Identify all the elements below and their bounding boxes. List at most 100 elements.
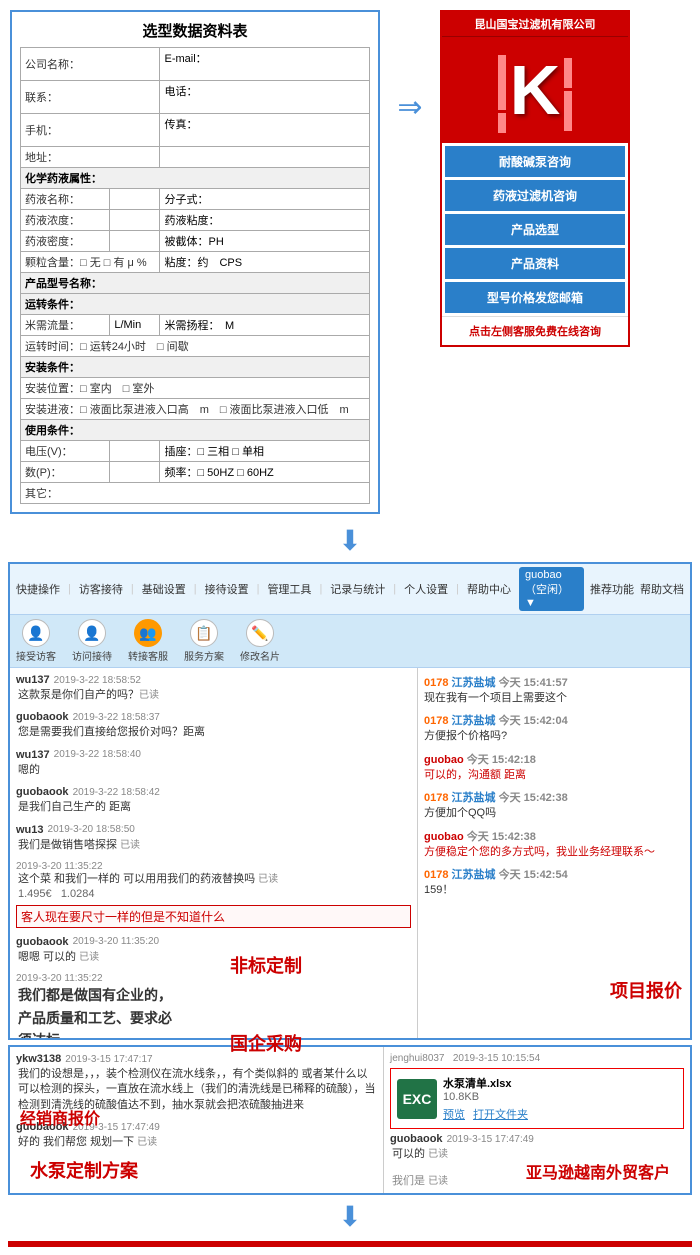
viscosity2-label: 粘度：约 CPS xyxy=(160,252,370,273)
nav-item-transfer[interactable]: 👥 转接客服 xyxy=(128,619,168,663)
excel-icon: EXC xyxy=(397,1079,437,1119)
menu-item-0[interactable]: 耐酸碱泵咨询 xyxy=(445,146,625,177)
toolbar-recommend[interactable]: 推荐功能 xyxy=(590,581,634,597)
right-msg-5: 0178 江苏盐城 今天 15:42:54 159！ xyxy=(424,866,684,898)
final-down-arrow-icon: ⬇ xyxy=(338,1201,361,1232)
bottom-right-time: jenghui8037 2019-3-15 10:15:54 xyxy=(390,1053,684,1064)
chem-molecule: 分子式： xyxy=(160,189,370,210)
bottom-right-msg-1: 我们是 已读 xyxy=(390,1174,684,1189)
guobaook-body: 嗯嗯 可以的 已读 xyxy=(16,950,411,965)
msg-user-3: guobaook xyxy=(16,786,69,798)
voltage-val xyxy=(110,441,160,462)
right-msg-3: 0178 江苏盐城 今天 15:42:38 方便加个QQ吗 xyxy=(424,789,684,821)
right-msg-2: guobao 今天 15:42:18 可以的，沟通额 距离 xyxy=(424,751,684,783)
fax-input[interactable] xyxy=(164,132,365,144)
company-logo-letter: K xyxy=(510,55,561,125)
chat-left-panel: wu137 2019-3-22 18:58:52 这款泵是你们自产的吗？已读 g… xyxy=(10,668,418,1038)
final-arrow-container: ⬇ xyxy=(0,1195,700,1241)
msg-body-4: 我们是做销售嗒探探 已读 xyxy=(16,838,411,853)
particle-label: 颗粒含量：□ 无 □ 有 μ % xyxy=(21,252,160,273)
chat-messages: wu137 2019-3-22 18:58:52 这款泵是你们自产的吗？已读 g… xyxy=(10,668,417,1038)
hz-label: 频率：□ 50HZ □ 60HZ xyxy=(160,462,370,483)
nav-item-accept[interactable]: 👤 接受访客 xyxy=(16,619,56,663)
bottom-red-bar xyxy=(8,1241,692,1247)
chat-msg-header-2: wu137 2019-3-22 18:58:40 xyxy=(16,749,411,761)
special-values: 1.495€ 1.0284 xyxy=(16,887,411,902)
company-card: 昆山国宝过滤机有限公司 K 耐酸碱泵咨询 药液过滤机咨询 产品选型 产品资料 型… xyxy=(440,10,630,347)
nav-item-edit[interactable]: ✏️ 修改名片 xyxy=(240,619,280,663)
install-section: 安装条件： xyxy=(21,357,370,378)
excel-actions: 预览 打开文件夹 xyxy=(443,1106,528,1122)
excel-open-btn[interactable]: 打开文件夹 xyxy=(473,1106,528,1122)
right-body-5: 159！ xyxy=(424,883,684,898)
concentration-val xyxy=(110,210,160,231)
bottom-header-1: guobaook 2019-3-15 17:47:49 xyxy=(16,1121,377,1133)
chat-msg-header-1: guobaook 2019-3-22 18:58:37 xyxy=(16,711,411,723)
address-value xyxy=(160,147,370,168)
excel-filename: 水泵清单.xlsx xyxy=(443,1075,528,1091)
impurity-label: 被截体：PH xyxy=(160,231,370,252)
msg-user-4: wu13 xyxy=(16,824,44,836)
chat-msg-special: 2019-3-20 11:35:22 这个菜 和我们一样的 可以用用我们的药液替… xyxy=(16,861,411,928)
fax-row: 传真： xyxy=(160,114,370,147)
bottom-msg-0: ykw3138 2019-3-15 17:47:17 我们的设想是，，，装个检测… xyxy=(16,1053,377,1113)
company-footer: 点击左侧客服免费在线咨询 xyxy=(442,316,628,345)
chat-msg-3: guobaook 2019-3-22 18:58:42 是我们自己生产的 距离 xyxy=(16,786,411,815)
msg-body-0: 这款泵是你们自产的吗？已读 xyxy=(16,688,411,703)
viscosity-label: 药液粘度： xyxy=(160,210,370,231)
menu-item-1[interactable]: 药液过滤机咨询 xyxy=(445,180,625,211)
special-body: 这个菜 和我们一样的 可以用用我们的药液替换吗 已读 xyxy=(16,872,411,887)
company-logo: K xyxy=(442,37,628,143)
right-body-2: 可以的，沟通额 距离 xyxy=(424,768,684,783)
power-label: 数(P)： xyxy=(21,462,110,483)
bottom-user-1: guobaook xyxy=(16,1121,69,1133)
special-time: 2019-3-20 11:35:22 xyxy=(16,861,411,872)
toolbar-item-quickop[interactable]: 快捷操作 xyxy=(16,581,60,597)
chat-toolbar: 快捷操作 | 访客接待 | 基础设置 | 接待设置 | 管理工具 | 记录与统计… xyxy=(10,564,690,615)
down-arrow-1: ⬇ xyxy=(0,519,700,562)
toolbar-item-help[interactable]: 帮助中心 xyxy=(467,581,511,597)
msg-body-1: 您是需要我们直接给您报价对吗？距离 xyxy=(16,725,411,740)
menu-item-3[interactable]: 产品资料 xyxy=(445,248,625,279)
chat-msg-header-3: guobaook 2019-3-22 18:58:42 xyxy=(16,786,411,798)
down-arrow-icon-1: ⬇ xyxy=(338,524,361,557)
toolbar-item-receive[interactable]: 接待设置 xyxy=(205,581,249,597)
company-menu: 耐酸碱泵咨询 药液过滤机咨询 产品选型 产品资料 型号价格发您邮箱 xyxy=(442,146,628,313)
bottom-left: ykw3138 2019-3-15 17:47:17 我们的设想是，，，装个检测… xyxy=(10,1047,384,1193)
chat-bottom-section: ykw3138 2019-3-15 17:47:17 我们的设想是，，，装个检测… xyxy=(8,1045,692,1195)
phone-label: 手机： xyxy=(21,114,160,147)
flow-unit: L/Min xyxy=(110,315,160,336)
user-badge[interactable]: guobao（空闲）▼ xyxy=(519,567,584,611)
contact-label: 联系： xyxy=(21,81,160,114)
chat-msg-header-0: wu137 2019-3-22 18:58:52 xyxy=(16,674,411,686)
menu-item-4[interactable]: 型号价格发您邮箱 xyxy=(445,282,625,313)
density-label: 药液密度： xyxy=(21,231,110,252)
toolbar-item-records[interactable]: 记录与统计 xyxy=(330,581,385,597)
flow-label: 米需流量： xyxy=(21,315,110,336)
msg-time-1: 2019-3-22 18:58:37 xyxy=(73,712,160,723)
toolbar-helpdoc[interactable]: 帮助文档 xyxy=(640,581,684,597)
nav-item-plan[interactable]: 📋 服务方案 xyxy=(184,619,224,663)
distance-label: 米需扬程： M xyxy=(160,315,370,336)
toolbar-item-mgmt[interactable]: 管理工具 xyxy=(267,581,311,597)
nav-item-visit[interactable]: 👤 访问接待 xyxy=(72,619,112,663)
read-0: 已读 xyxy=(139,690,159,701)
chat-right-messages: 0178 江苏盐城 今天 15:41:57 现在我有一个项目上需要这个 0178… xyxy=(418,668,690,1038)
toolbar-item-visit[interactable]: 访客接待 xyxy=(79,581,123,597)
voltage-label: 电压(V)： xyxy=(21,441,110,462)
email-input[interactable] xyxy=(164,66,365,78)
accept-icon: 👤 xyxy=(22,619,50,647)
tel-input[interactable] xyxy=(164,99,365,111)
edit-icon: ✏️ xyxy=(246,619,274,647)
msg-body-2: 嗯的 xyxy=(16,763,411,778)
runtime-label: 运转时间：□ 运转24小时 □ 间歇 xyxy=(21,336,370,357)
right-header-2: guobao 今天 15:42:18 xyxy=(424,751,684,767)
toolbar-item-basic[interactable]: 基础设置 xyxy=(142,581,186,597)
excel-preview-btn[interactable]: 预览 xyxy=(443,1106,465,1122)
right-body-4: 方便稳定个您的多方式吗，我业业务经理联系～ xyxy=(424,845,684,860)
toolbar-item-personal[interactable]: 个人设置 xyxy=(404,581,448,597)
form-title: 选型数据资料表 xyxy=(20,20,370,41)
chat-msg-1: guobaook 2019-3-22 18:58:37 您是需要我们直接给您报价… xyxy=(16,711,411,740)
right-header-1: 0178 江苏盐城 今天 15:42:04 xyxy=(424,712,684,728)
menu-item-2[interactable]: 产品选型 xyxy=(445,214,625,245)
